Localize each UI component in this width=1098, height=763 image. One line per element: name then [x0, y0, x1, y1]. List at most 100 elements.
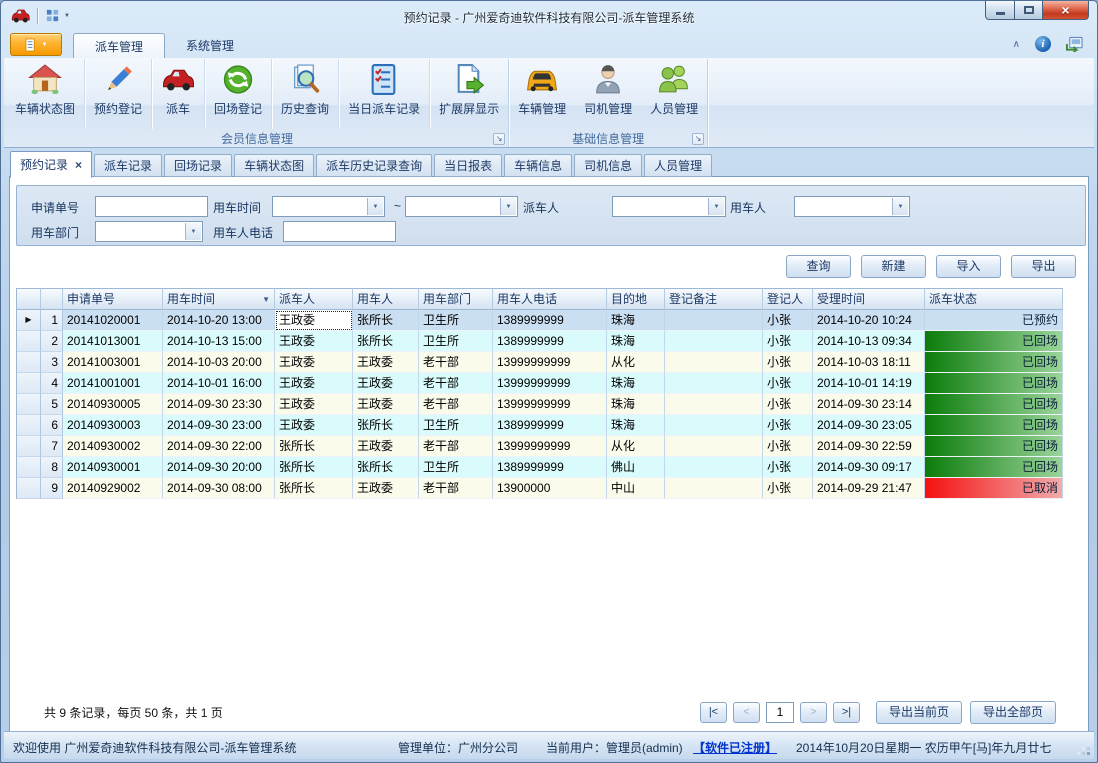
- pager-next-button[interactable]: >: [800, 702, 827, 723]
- table-cell[interactable]: 1389999999: [493, 457, 607, 478]
- table-cell[interactable]: [665, 436, 763, 457]
- today-dispatch-records-button[interactable]: 当日派车记录: [338, 59, 429, 129]
- table-cell[interactable]: 张所长: [353, 457, 419, 478]
- column-header-10[interactable]: 派车状态: [925, 288, 1063, 310]
- tab-personnel-manage[interactable]: 人员管理: [644, 154, 712, 177]
- table-cell[interactable]: 2014-10-01 14:19: [813, 373, 925, 394]
- table-cell[interactable]: 20140930003: [63, 415, 163, 436]
- vehicle-manage-button[interactable]: 车辆管理: [509, 59, 575, 129]
- table-cell[interactable]: 2014-10-03 18:11: [813, 352, 925, 373]
- table-cell[interactable]: 王政委: [353, 373, 419, 394]
- table-cell[interactable]: 2014-09-30 23:14: [813, 394, 925, 415]
- table-cell[interactable]: [665, 352, 763, 373]
- table-cell[interactable]: 从化: [607, 352, 665, 373]
- table-cell[interactable]: 王政委: [275, 415, 353, 436]
- column-header-7[interactable]: 登记备注: [665, 288, 763, 310]
- table-row[interactable]: 2201410130012014-10-13 15:00王政委张所长卫生所138…: [17, 331, 1062, 352]
- tab-vehicle-status[interactable]: 车辆状态图: [234, 154, 314, 177]
- table-cell[interactable]: 珠海: [607, 331, 665, 352]
- table-cell[interactable]: 2014-10-03 20:00: [163, 352, 275, 373]
- column-header-5[interactable]: 用车人电话: [493, 288, 607, 310]
- table-cell[interactable]: 2014-10-20 13:00: [163, 310, 275, 331]
- table-cell[interactable]: 2014-09-30 20:00: [163, 457, 275, 478]
- table-cell[interactable]: 王政委: [353, 352, 419, 373]
- application-no-input[interactable]: [95, 196, 208, 217]
- table-cell[interactable]: 2014-10-13 15:00: [163, 331, 275, 352]
- table-cell[interactable]: 20141020001: [63, 310, 163, 331]
- tab-reservation-records[interactable]: 预约记录×: [10, 151, 92, 178]
- table-cell[interactable]: 2014-09-30 22:00: [163, 436, 275, 457]
- table-cell[interactable]: 王政委: [353, 478, 419, 499]
- app-menu-button[interactable]: ▼: [10, 33, 62, 56]
- table-cell[interactable]: 20140929002: [63, 478, 163, 499]
- column-header-4[interactable]: 用车部门: [419, 288, 493, 310]
- table-cell[interactable]: 老干部: [419, 373, 493, 394]
- ribbon-tab-0[interactable]: 派车管理: [73, 33, 165, 58]
- pager-first-button[interactable]: |<: [700, 702, 727, 723]
- collapse-ribbon-icon[interactable]: ∧: [1013, 39, 1020, 50]
- export-current-page-button[interactable]: 导出当前页: [876, 701, 962, 724]
- table-cell[interactable]: 小张: [763, 394, 813, 415]
- table-cell[interactable]: 佛山: [607, 457, 665, 478]
- table-cell[interactable]: [665, 457, 763, 478]
- table-cell[interactable]: 老干部: [419, 436, 493, 457]
- history-query-button[interactable]: 历史查询: [271, 59, 338, 129]
- app-car-icon[interactable]: [11, 7, 30, 24]
- dispatch-button[interactable]: 派车: [151, 59, 204, 129]
- table-cell[interactable]: 老干部: [419, 394, 493, 415]
- return-register-button[interactable]: 回场登记: [204, 59, 271, 129]
- page-number-input[interactable]: [766, 702, 794, 723]
- table-cell[interactable]: 王政委: [275, 331, 353, 352]
- pager-last-button[interactable]: >|: [833, 702, 860, 723]
- table-cell[interactable]: 20141001001: [63, 373, 163, 394]
- table-cell[interactable]: 1389999999: [493, 310, 607, 331]
- column-header-1[interactable]: 用车时间▼: [163, 288, 275, 310]
- table-cell[interactable]: 老干部: [419, 478, 493, 499]
- table-cell[interactable]: [665, 478, 763, 499]
- table-cell[interactable]: 1389999999: [493, 415, 607, 436]
- tab-dispatch-records[interactable]: 派车记录: [94, 154, 162, 177]
- user-combo[interactable]: ▼: [794, 196, 910, 217]
- table-cell[interactable]: 王政委: [275, 394, 353, 415]
- table-cell[interactable]: 1389999999: [493, 331, 607, 352]
- export-button[interactable]: 导出: [1011, 255, 1076, 278]
- chevron-down-icon[interactable]: ▼: [708, 198, 724, 215]
- column-header-6[interactable]: 目的地: [607, 288, 665, 310]
- table-cell[interactable]: 2014-09-30 23:05: [813, 415, 925, 436]
- table-cell[interactable]: 2014-10-01 16:00: [163, 373, 275, 394]
- table-row[interactable]: 6201409300032014-09-30 23:00王政委张所长卫生所138…: [17, 415, 1062, 436]
- phone-input[interactable]: [283, 221, 396, 242]
- table-cell[interactable]: 20141003001: [63, 352, 163, 373]
- table-cell[interactable]: 13999999999: [493, 373, 607, 394]
- column-header-2[interactable]: 派车人: [275, 288, 353, 310]
- table-cell[interactable]: 2014-09-30 08:00: [163, 478, 275, 499]
- driver-manage-button[interactable]: 司机管理: [575, 59, 641, 129]
- table-cell[interactable]: 13900000: [493, 478, 607, 499]
- column-header-8[interactable]: 登记人: [763, 288, 813, 310]
- table-cell[interactable]: 王政委: [275, 373, 353, 394]
- table-cell[interactable]: [665, 310, 763, 331]
- table-row[interactable]: 9201409290022014-09-30 08:00张所长王政委老干部139…: [17, 478, 1062, 499]
- tab-dispatch-history-query[interactable]: 派车历史记录查询: [316, 154, 432, 177]
- table-cell[interactable]: 珠海: [607, 394, 665, 415]
- table-cell[interactable]: 王政委: [275, 352, 353, 373]
- maximize-button[interactable]: [1015, 1, 1043, 20]
- table-cell[interactable]: 张所长: [275, 478, 353, 499]
- table-cell[interactable]: 小张: [763, 415, 813, 436]
- table-cell[interactable]: 20140930001: [63, 457, 163, 478]
- table-cell[interactable]: [665, 373, 763, 394]
- table-cell[interactable]: 珠海: [607, 373, 665, 394]
- table-cell[interactable]: [665, 415, 763, 436]
- table-cell[interactable]: 2014-09-30 23:00: [163, 415, 275, 436]
- tab-driver-info[interactable]: 司机信息: [574, 154, 642, 177]
- table-cell[interactable]: 珠海: [607, 310, 665, 331]
- table-cell[interactable]: 卫生所: [419, 310, 493, 331]
- table-cell[interactable]: 张所长: [353, 415, 419, 436]
- tab-vehicle-info[interactable]: 车辆信息: [504, 154, 572, 177]
- license-registered-link[interactable]: 【软件已注册】: [693, 739, 777, 756]
- table-cell[interactable]: 中山: [607, 478, 665, 499]
- column-header-0[interactable]: 申请单号: [63, 288, 163, 310]
- tab-return-records[interactable]: 回场记录: [164, 154, 232, 177]
- dispatcher-combo[interactable]: ▼: [612, 196, 726, 217]
- column-header-3[interactable]: 用车人: [353, 288, 419, 310]
